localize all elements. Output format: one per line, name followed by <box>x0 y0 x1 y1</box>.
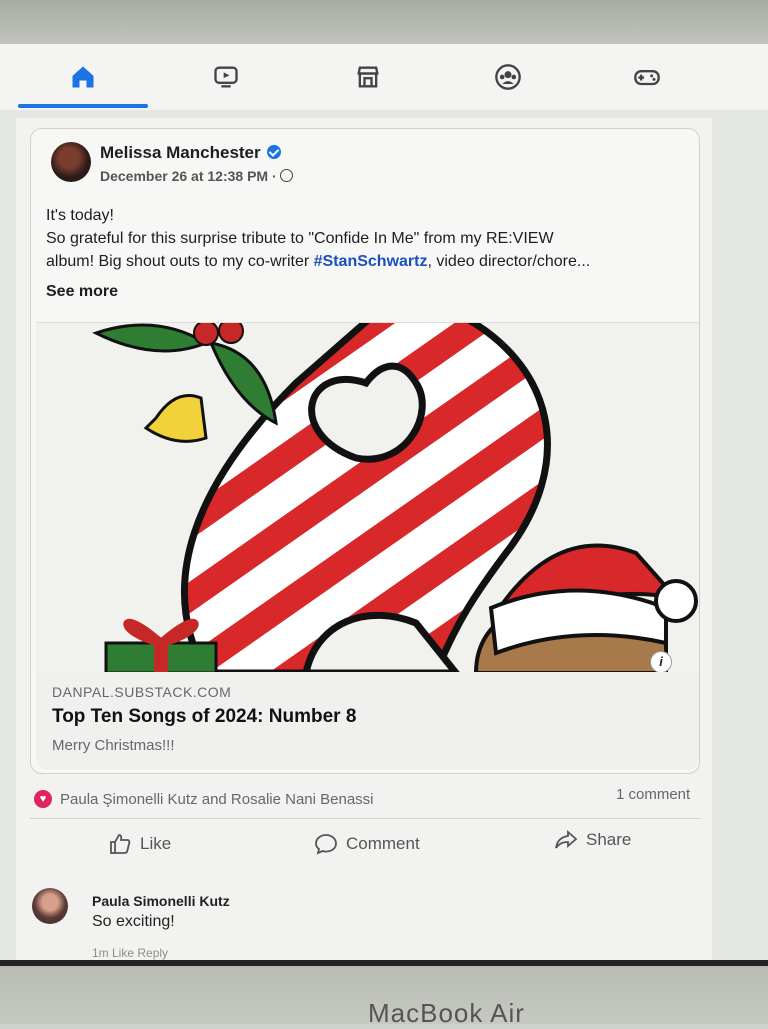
post-author[interactable]: Melissa Manchester <box>100 143 281 163</box>
home-icon <box>72 66 94 88</box>
divider <box>30 818 700 819</box>
share-label: Share <box>586 830 632 849</box>
hashtag-link[interactable]: #StanSchwartz <box>314 253 428 270</box>
link-description: Merry Christmas!!! <box>52 737 175 754</box>
groups-icon <box>495 64 521 90</box>
video-icon <box>214 66 238 88</box>
commenter-avatar[interactable] <box>32 888 68 924</box>
link-domain: DANPAL.SUBSTACK.COM <box>52 684 232 700</box>
link-preview-image[interactable]: i <box>36 322 699 673</box>
love-reaction-icon: ♥ <box>34 790 52 808</box>
gaming-tab[interactable] <box>597 44 697 110</box>
comment-label: Comment <box>346 834 420 853</box>
share-button[interactable]: Share <box>554 828 631 852</box>
comment-meta[interactable]: 1m Like Reply <box>92 946 168 960</box>
like-label: Like <box>140 834 172 853</box>
comment-text: So exciting! <box>92 913 175 930</box>
top-navigation <box>0 44 768 111</box>
comment-button[interactable]: Comment <box>314 832 420 856</box>
share-icon <box>555 830 578 849</box>
like-button[interactable]: Like <box>108 832 171 856</box>
link-title[interactable]: Top Ten Songs of 2024: Number 8 <box>52 706 356 728</box>
post-text-line: It's today! <box>46 207 114 224</box>
comment-icon <box>315 834 337 855</box>
home-tab[interactable] <box>33 44 133 110</box>
active-tab-indicator <box>18 104 148 108</box>
info-icon[interactable]: i <box>650 651 672 673</box>
verified-badge-icon <box>266 145 281 159</box>
see-more-button[interactable]: See more <box>46 283 118 301</box>
post-text-line: album! Big shout outs to my co-writer #S… <box>46 253 591 270</box>
post-meta[interactable]: December 26 at 12:38 PM · <box>100 168 293 184</box>
post-text: It's today! So grateful for this surpris… <box>46 204 686 273</box>
device-label: MacBook Air <box>368 998 525 1028</box>
comment-count[interactable]: 1 comment <box>616 786 690 803</box>
monitor-bezel-top <box>0 0 768 44</box>
author-avatar[interactable] <box>51 142 91 182</box>
reactors-text: Paula Şimonelli Kutz and Rosalie Nani Be… <box>60 790 374 808</box>
reaction-summary[interactable]: ♥ Paula Şimonelli Kutz and Rosalie Nani … <box>34 790 374 808</box>
commenter-name[interactable]: Paula Simonelli Kutz <box>92 893 230 909</box>
marketplace-icon <box>357 66 379 88</box>
video-tab[interactable] <box>176 44 276 110</box>
thumbs-up-icon <box>110 834 131 854</box>
groups-tab[interactable] <box>458 44 558 110</box>
ribbon-illustration <box>92 323 698 673</box>
gaming-icon <box>634 70 660 86</box>
marketplace-tab[interactable] <box>318 44 418 110</box>
post-text-line: So grateful for this surprise tribute to… <box>46 230 554 247</box>
globe-icon <box>279 169 293 182</box>
